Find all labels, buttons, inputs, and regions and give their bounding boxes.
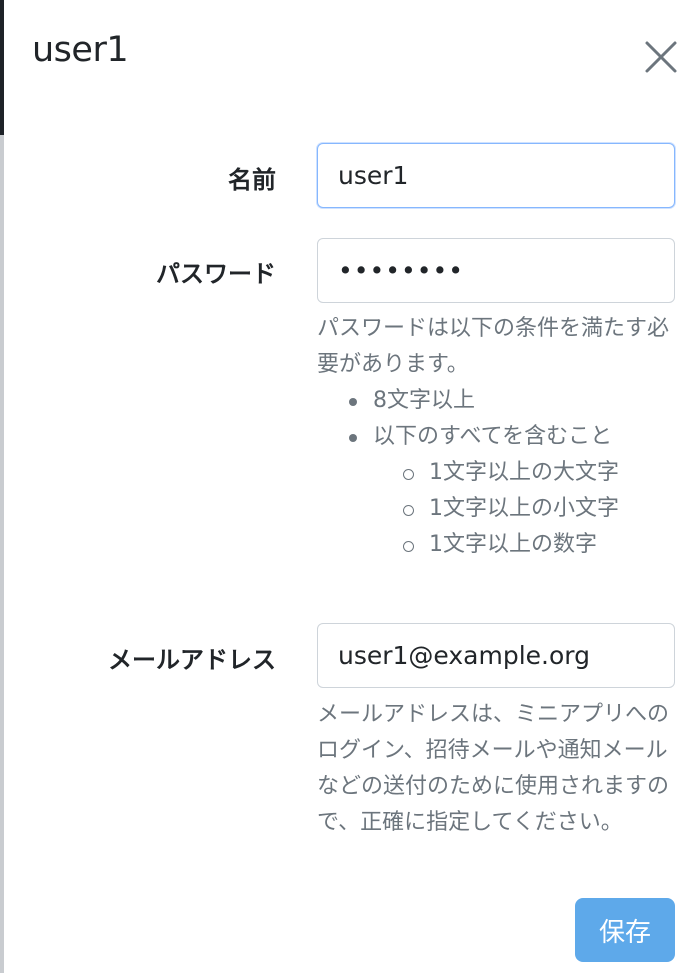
- password-input[interactable]: [317, 238, 675, 303]
- close-button[interactable]: [644, 40, 678, 74]
- modal-title: user1: [32, 30, 129, 70]
- close-icon: [645, 41, 677, 73]
- email-input[interactable]: [317, 623, 675, 688]
- password-sub-rule: 1文字以上の小文字: [399, 491, 677, 527]
- password-sub-rule: 1文字以上の大文字: [399, 455, 677, 491]
- edit-user-modal: user1 名前 パスワード パスワードは以下の条件を満たす必要があります。 8…: [4, 0, 690, 973]
- password-sub-rules-list: 1文字以上の大文字 1文字以上の小文字 1文字以上の数字: [373, 455, 677, 563]
- save-button[interactable]: 保存: [575, 898, 675, 962]
- name-label: 名前: [228, 166, 276, 194]
- password-label: パスワード: [156, 260, 276, 288]
- password-rule-text: 以下のすべてを含むこと: [373, 424, 613, 449]
- email-help: メールアドレスは、ミニアプリへのログイン、招待メールや通知メールなどの送付のため…: [317, 702, 670, 835]
- password-help-intro: パスワードは以下の条件を満たす必要があります。: [317, 316, 670, 377]
- password-sub-rule: 1文字以上の数字: [399, 527, 677, 563]
- email-label: メールアドレス: [108, 646, 276, 674]
- password-rules-list: 8文字以上 以下のすべてを含むこと 1文字以上の大文字 1文字以上の小文字 1文…: [317, 383, 677, 563]
- password-rule: 8文字以上: [343, 383, 677, 419]
- password-help: パスワードは以下の条件を満たす必要があります。 8文字以上 以下のすべてを含むこ…: [317, 311, 677, 563]
- password-rule: 以下のすべてを含むこと 1文字以上の大文字 1文字以上の小文字 1文字以上の数字: [343, 419, 677, 563]
- name-input[interactable]: [317, 143, 675, 208]
